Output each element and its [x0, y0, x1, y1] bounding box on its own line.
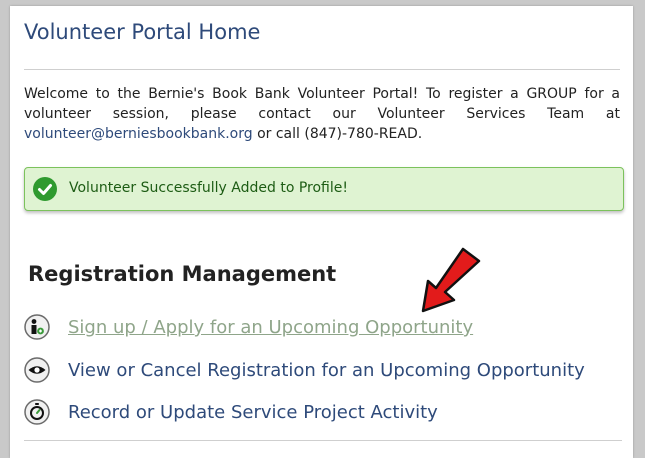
stopwatch-icon [24, 399, 50, 425]
section-title: Registration Management [28, 262, 337, 286]
success-alert: Volunteer Successfully Added to Profile! [24, 167, 624, 211]
record-service-activity-label: Record or Update Service Project Activit… [68, 402, 438, 423]
signup-opportunity-link[interactable]: Sign up / Apply for an Upcoming Opportun… [24, 313, 624, 343]
welcome-message: Welcome to the Bernie's Book Bank Volunt… [24, 84, 620, 144]
signup-opportunity-label: Sign up / Apply for an Upcoming Opportun… [68, 317, 474, 338]
page-title: Volunteer Portal Home [24, 20, 261, 44]
divider [24, 440, 622, 441]
eye-icon [24, 357, 50, 383]
welcome-text-phone: or call (847)-780-READ. [252, 126, 423, 142]
view-cancel-registration-label: View or Cancel Registration for an Upcom… [68, 360, 585, 381]
portal-panel: Volunteer Portal Home Welcome to the Ber… [10, 6, 633, 458]
volunteer-email-link[interactable]: volunteer@berniesbookbank.org [24, 126, 253, 142]
welcome-text: Welcome to the Bernie's Book Bank Volunt… [24, 86, 620, 122]
success-message: Volunteer Successfully Added to Profile! [69, 180, 348, 196]
divider [24, 69, 620, 70]
view-cancel-registration-link[interactable]: View or Cancel Registration for an Upcom… [24, 356, 624, 386]
person-plus-icon [24, 314, 50, 340]
check-circle-icon [33, 177, 57, 201]
red-arrow-annotation [421, 247, 481, 313]
record-service-activity-link[interactable]: Record or Update Service Project Activit… [24, 398, 624, 428]
